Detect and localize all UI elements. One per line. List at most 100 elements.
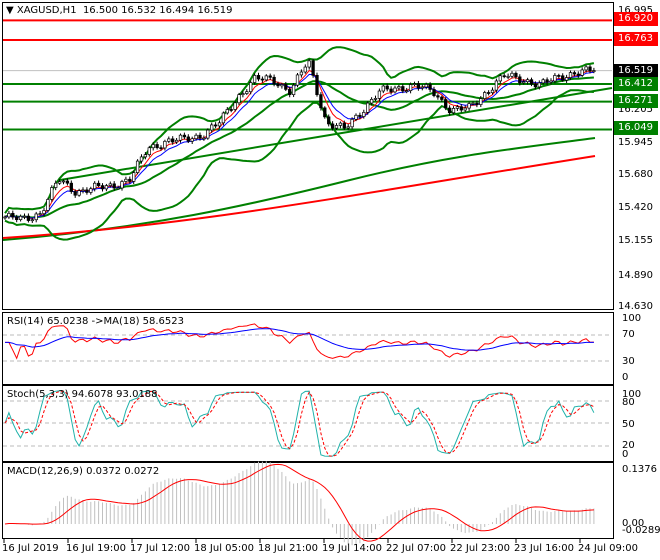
level-label-16920: 16.920 bbox=[614, 12, 658, 26]
candle-body bbox=[553, 75, 557, 82]
candle-body bbox=[171, 138, 175, 143]
candle-body bbox=[22, 215, 27, 218]
ma-long-red bbox=[2, 155, 596, 239]
level-label-16271: 16.271 bbox=[614, 94, 658, 108]
candle-body bbox=[440, 96, 444, 100]
candle-body bbox=[545, 79, 549, 83]
bollinger-middle bbox=[4, 76, 594, 219]
candle-body bbox=[100, 185, 105, 190]
candle-body bbox=[280, 84, 284, 87]
price-tick: 15.420 bbox=[618, 202, 653, 213]
candle-body bbox=[178, 134, 183, 141]
stoch-label: Stoch(5,3,3) 94.6078 93.0188 bbox=[7, 389, 158, 400]
candle-body bbox=[416, 83, 421, 89]
price-tick: 15.155 bbox=[618, 235, 653, 246]
candle-body bbox=[447, 107, 452, 114]
candle-body bbox=[190, 138, 194, 142]
candle-body bbox=[295, 74, 300, 86]
rsi-tick: 0 bbox=[622, 372, 629, 383]
candle-body bbox=[330, 123, 335, 129]
candle-body bbox=[299, 71, 304, 76]
candle-body bbox=[561, 75, 565, 81]
candle-body bbox=[486, 92, 491, 94]
candle-body bbox=[163, 140, 167, 149]
candle-body bbox=[568, 72, 573, 78]
candle-body bbox=[334, 125, 339, 129]
candle-body bbox=[584, 66, 588, 71]
candle-body bbox=[377, 90, 382, 99]
candle-body bbox=[405, 90, 409, 92]
candle-body bbox=[143, 154, 148, 158]
candle-body bbox=[85, 189, 89, 193]
level-label-16049: 16.049 bbox=[614, 121, 658, 135]
time-tick: 16 Jul 19:00 bbox=[66, 543, 126, 554]
candle-body bbox=[327, 116, 331, 125]
rsi-tick: 100 bbox=[622, 313, 642, 324]
candle-body bbox=[42, 210, 46, 214]
candle-body bbox=[444, 99, 448, 109]
candle-body bbox=[350, 118, 354, 128]
candle-body bbox=[522, 81, 526, 84]
candle-body bbox=[89, 188, 93, 193]
candle-body bbox=[475, 102, 479, 105]
candle-body bbox=[323, 107, 327, 118]
candle-body bbox=[459, 106, 463, 111]
time-tick: 16 Jul 2019 bbox=[2, 543, 59, 554]
candle-body bbox=[483, 92, 487, 99]
candle-body bbox=[81, 189, 85, 192]
candle-body bbox=[291, 84, 296, 95]
symbol-header[interactable]: ▼ XAGUSD,H1 16.500 16.532 16.494 16.519 bbox=[6, 5, 232, 16]
candle-body bbox=[471, 102, 475, 105]
candle-body bbox=[557, 75, 561, 77]
candle-body bbox=[268, 75, 272, 78]
candle-body bbox=[34, 213, 38, 221]
candle-body bbox=[307, 60, 311, 68]
candle-body bbox=[186, 136, 190, 142]
candle-body bbox=[338, 122, 343, 126]
candle-body bbox=[537, 82, 541, 88]
candle-body bbox=[369, 98, 374, 104]
candle-body bbox=[362, 111, 366, 117]
candle-body bbox=[358, 114, 362, 117]
candle-body bbox=[264, 75, 268, 81]
macd-tick: -0.0289 bbox=[622, 525, 660, 536]
candle-body bbox=[428, 84, 432, 90]
candle-body bbox=[11, 212, 15, 218]
candle-body bbox=[252, 75, 257, 83]
candle-body bbox=[385, 85, 389, 90]
current-price-label: 16.519 bbox=[614, 64, 658, 78]
candle-body bbox=[381, 85, 385, 92]
candle-body bbox=[588, 66, 592, 72]
candle-body bbox=[592, 70, 596, 72]
candle-body bbox=[288, 89, 292, 95]
trading-chart-window: ▼ XAGUSD,H1 16.500 16.532 16.494 16.519 … bbox=[0, 0, 660, 560]
candle-body bbox=[564, 77, 569, 81]
candle-body bbox=[18, 215, 23, 221]
candle-body bbox=[116, 187, 120, 190]
candle-body bbox=[225, 109, 229, 114]
candle-body bbox=[54, 182, 58, 188]
candle-body bbox=[525, 79, 530, 83]
candle-body bbox=[7, 212, 11, 218]
candle-body bbox=[389, 88, 393, 93]
candle-body bbox=[373, 98, 378, 100]
candle-body bbox=[518, 76, 522, 84]
candle-body bbox=[397, 86, 401, 89]
candle-body bbox=[3, 216, 7, 219]
candle-body bbox=[213, 124, 218, 127]
time-tick: 22 Jul 23:00 bbox=[450, 543, 510, 554]
candle-body bbox=[272, 76, 276, 85]
price-tick: 15.945 bbox=[618, 137, 653, 148]
candle-body bbox=[529, 79, 534, 85]
candle-body bbox=[93, 182, 97, 190]
candle-body bbox=[451, 108, 456, 114]
candle-body bbox=[256, 75, 261, 80]
candle-body bbox=[73, 191, 77, 196]
candle-body bbox=[174, 139, 179, 143]
candle-body bbox=[57, 181, 62, 184]
candle-body bbox=[541, 79, 545, 84]
price-tick: 14.630 bbox=[618, 301, 653, 312]
candle-body bbox=[303, 66, 307, 73]
candle-body bbox=[198, 134, 202, 139]
candle-body bbox=[46, 199, 50, 211]
